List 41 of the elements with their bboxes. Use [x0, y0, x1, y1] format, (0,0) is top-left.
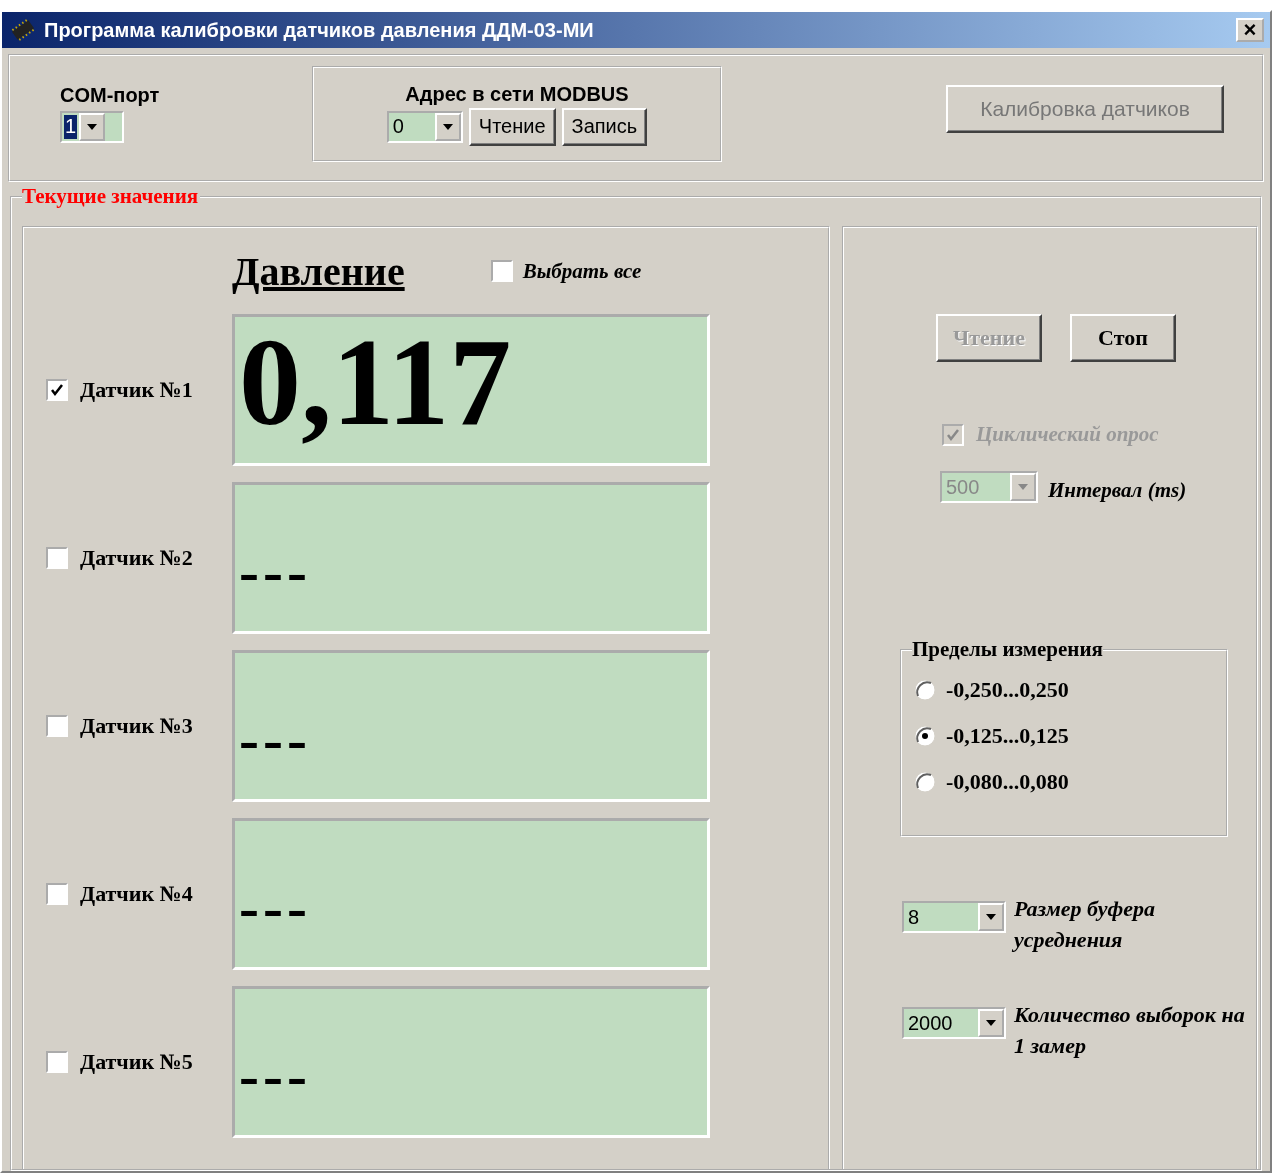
check-mark-icon — [50, 383, 64, 397]
pressure-display: --- — [232, 818, 710, 970]
close-button[interactable]: × — [1236, 18, 1264, 42]
sensor-label: Датчик №3 — [80, 713, 193, 739]
radio-button[interactable] — [914, 679, 936, 701]
checkbox[interactable] — [46, 715, 68, 737]
checkbox[interactable] — [46, 547, 68, 569]
checkbox[interactable] — [46, 379, 68, 401]
range-option-label: -0,125...0,125 — [946, 723, 1069, 749]
check-mark-icon — [946, 427, 960, 442]
sensor-label: Датчик №2 — [80, 545, 193, 571]
pressure-display: 0,117 — [232, 314, 710, 466]
write-button[interactable]: Запись — [561, 107, 648, 146]
address-dropdown[interactable]: 0 — [386, 110, 463, 143]
checkbox[interactable] — [490, 260, 513, 282]
range-option-label: -0,080...0,080 — [946, 769, 1069, 795]
pressure-display: --- — [232, 482, 710, 634]
window-title: Программа калибровки датчиков давления ДДМ-03-МИ — [44, 18, 594, 42]
cyclic-poll-label: Циклический опрос — [976, 422, 1159, 447]
checkbox[interactable] — [46, 883, 68, 905]
com-port-label: COM-порт — [60, 83, 161, 107]
checkbox[interactable] — [46, 1051, 68, 1073]
radio-button[interactable] — [914, 771, 936, 793]
sensor-label: Датчик №5 — [80, 1049, 193, 1075]
radio-button[interactable] — [914, 725, 936, 747]
sample-count-label: Количество выборок на 1 замер — [1014, 1001, 1246, 1060]
read-button[interactable]: Чтение — [468, 107, 556, 146]
range-option-label: -0,250...0,250 — [946, 677, 1069, 703]
stop-button[interactable]: Стоп — [1070, 314, 1176, 362]
pressure-heading: Давление — [232, 247, 405, 295]
sample-count-dropdown[interactable]: 2000 — [902, 1007, 1006, 1039]
com-port-dropdown[interactable]: 1 — [60, 110, 124, 143]
modbus-address-label: Адрес в сети MODBUS — [405, 82, 629, 106]
sensor-label: Датчик №4 — [80, 881, 193, 907]
buffer-size-label: Размер буфера усреднения — [1014, 895, 1156, 954]
buffer-size-dropdown[interactable]: 8 — [902, 901, 1006, 933]
pressure-display: --- — [232, 650, 710, 802]
sensor-label: Датчик №1 — [80, 377, 193, 403]
select-all-label: Выбрать все — [522, 258, 642, 284]
interval-label: Интервал (ms) — [1048, 477, 1187, 503]
pressure-display: --- — [232, 986, 710, 1138]
